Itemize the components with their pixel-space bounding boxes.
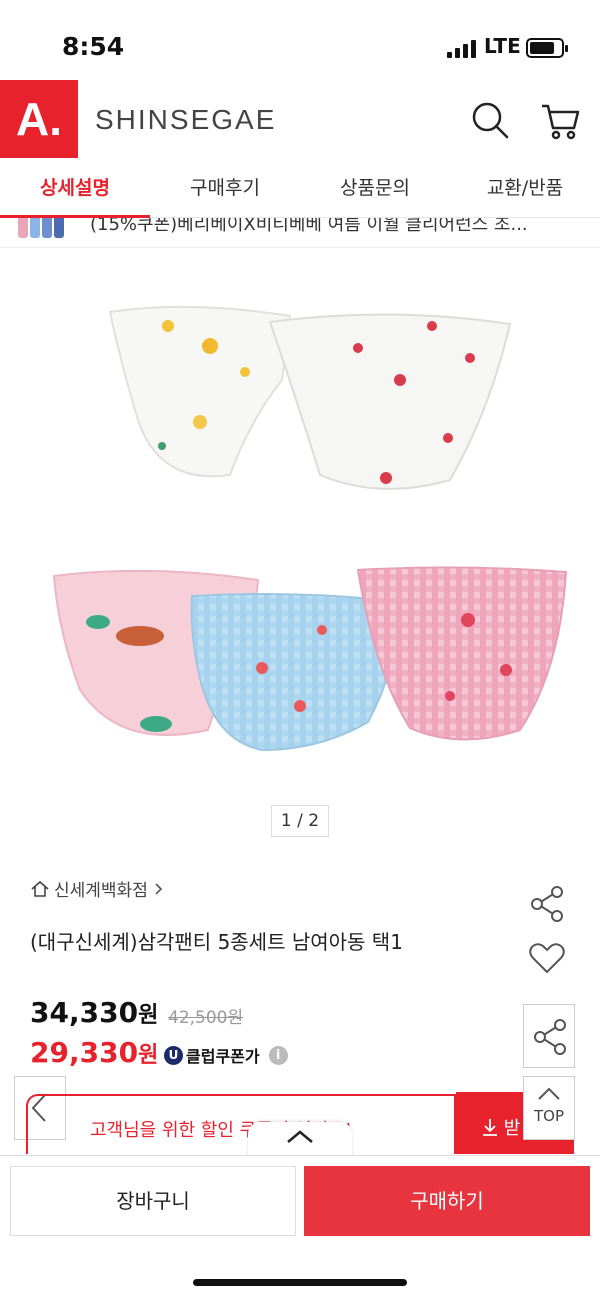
gallery-pager: 1 / 2 xyxy=(271,805,329,837)
tab-detail[interactable]: 상세설명 xyxy=(0,160,150,218)
floating-share-button[interactable] xyxy=(523,1004,575,1068)
club-price-value: 29,330 xyxy=(30,1036,139,1069)
add-to-cart-button[interactable]: 장바구니 xyxy=(10,1166,296,1236)
store-name: 신세계백화점 xyxy=(54,881,148,901)
product-title: (대구신세계)삼각팬티 5종세트 남여아동 택1 xyxy=(30,930,403,954)
bottom-action-bar: 장바구니 구매하기 xyxy=(0,1155,600,1299)
search-icon[interactable] xyxy=(468,98,512,142)
status-bar: 8:54 LTE xyxy=(0,0,600,80)
home-icon xyxy=(31,880,49,897)
battery-icon xyxy=(526,38,568,58)
share-icon xyxy=(534,1019,566,1055)
coupon-banner[interactable]: 고객님을 위한 할인 쿠폰이 있어요! xyxy=(26,1094,456,1154)
banner-thumbnail xyxy=(18,218,64,238)
sale-price-value: 34,330 xyxy=(30,996,139,1029)
share-icon[interactable] xyxy=(527,884,567,924)
top-label: TOP xyxy=(533,1107,564,1125)
club-label: 클럽쿠폰가 xyxy=(186,1047,260,1066)
network-label: LTE xyxy=(484,34,521,58)
club-price-unit: 원 xyxy=(138,1043,159,1068)
product-image[interactable] xyxy=(0,250,600,850)
coupon-download-label: 받 xyxy=(482,1114,520,1140)
scroll-top-button[interactable]: TOP xyxy=(523,1076,575,1140)
club-price: 29,330원 xyxy=(30,1036,158,1069)
banner-text: (15%쿠폰)베리베이X비티베베 여름 이월 클리어런스 초... xyxy=(90,218,528,235)
coupon-button-text: 받 xyxy=(503,1118,521,1139)
status-time: 8:54 xyxy=(62,32,125,61)
drawer-handle[interactable] xyxy=(248,1122,352,1158)
sale-price: 34,330원 xyxy=(30,996,158,1029)
signal-icon xyxy=(447,40,477,58)
home-indicator xyxy=(193,1279,407,1286)
tab-qna[interactable]: 상품문의 xyxy=(300,160,450,217)
chevron-up-icon xyxy=(287,1130,313,1143)
club-coupon-label[interactable]: U 클럽쿠폰가 i xyxy=(164,1043,288,1067)
detail-tabs: 상세설명 구매후기 상품문의 교환/반품 xyxy=(0,160,600,218)
brand-name[interactable]: SHINSEGAE xyxy=(95,104,276,136)
buy-now-button[interactable]: 구매하기 xyxy=(304,1166,590,1236)
cart-icon[interactable] xyxy=(538,98,582,142)
promo-banner[interactable]: (15%쿠폰)베리베이X비티베베 여름 이월 클리어런스 초... xyxy=(0,218,600,248)
tab-reviews[interactable]: 구매후기 xyxy=(150,160,300,217)
sale-price-unit: 원 xyxy=(138,1003,159,1028)
store-breadcrumb[interactable]: 신세계백화점 xyxy=(30,876,166,901)
original-price: 42,500원 xyxy=(168,1008,244,1028)
tab-exchange-return[interactable]: 교환/반품 xyxy=(450,160,600,217)
heart-icon[interactable] xyxy=(527,938,567,978)
app-header: A. SHINSEGAE xyxy=(0,80,600,160)
download-icon xyxy=(483,1119,497,1136)
info-icon[interactable]: i xyxy=(268,1045,288,1065)
logo[interactable]: A. xyxy=(0,80,78,158)
chevron-up-icon xyxy=(538,1087,560,1100)
chevron-right-icon xyxy=(155,882,162,895)
club-u-icon: U xyxy=(164,1045,183,1065)
